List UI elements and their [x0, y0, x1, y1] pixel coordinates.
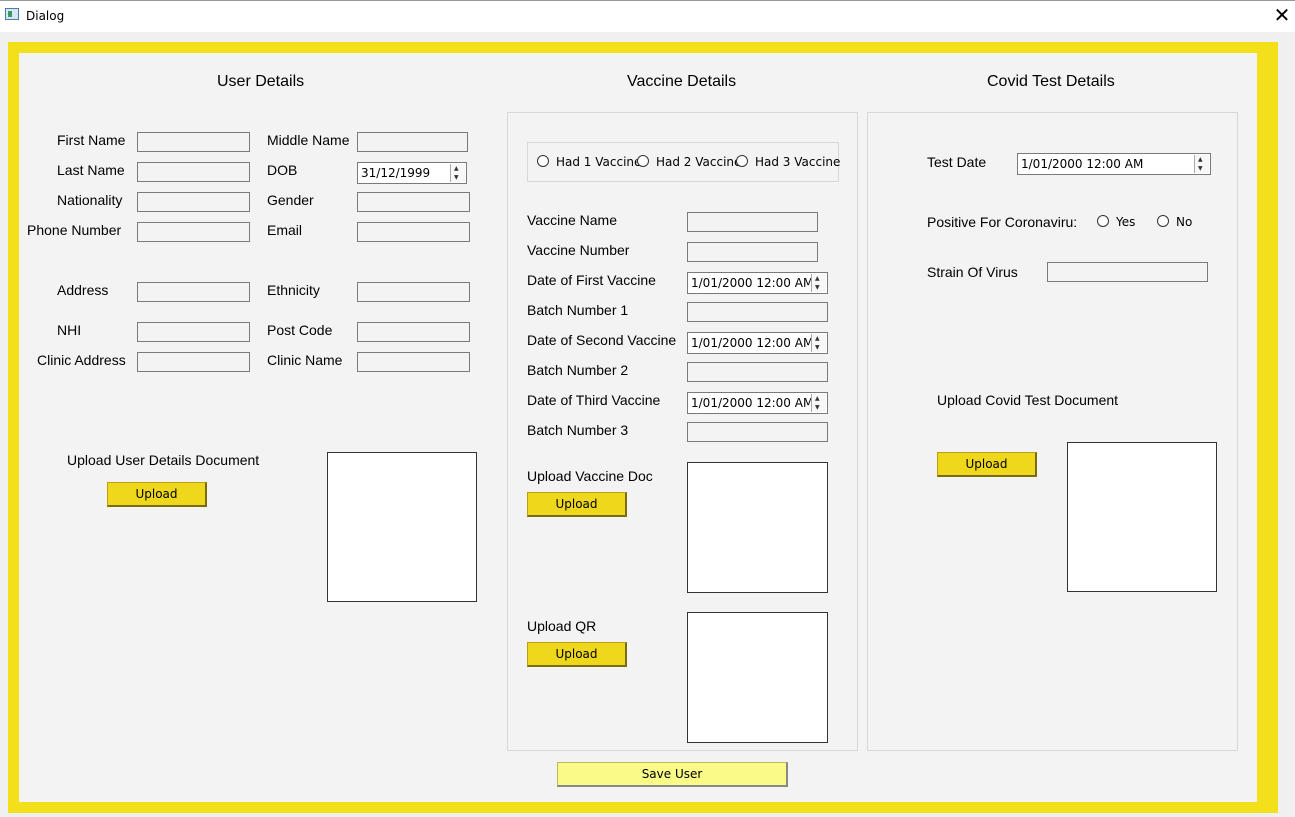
ethnicity-field[interactable] [357, 282, 470, 302]
date-second-vaccine-value: 1/01/2000 12:00 AM [691, 336, 814, 350]
batch-number-2-field[interactable] [687, 362, 828, 382]
batch-number-1-label: Batch Number 1 [527, 302, 629, 318]
upload-user-doc-button[interactable]: Upload [107, 482, 207, 507]
date-third-vaccine-value: 1/01/2000 12:00 AM [691, 396, 814, 410]
last-name-field[interactable] [137, 162, 250, 182]
upload-vaccine-doc-label: Upload Vaccine Doc [527, 468, 653, 484]
dob-date-picker[interactable]: 31/12/1999 ▲ ▼ [357, 162, 467, 184]
gender-label: Gender [267, 192, 314, 208]
had-3-vaccine-radio[interactable] [736, 155, 748, 167]
clinic-address-label: Clinic Address [37, 352, 126, 368]
dob-value: 31/12/1999 [361, 166, 431, 180]
date-second-vaccine-label: Date of Second Vaccine [527, 332, 677, 348]
email-field[interactable] [357, 222, 470, 242]
nationality-field[interactable] [137, 192, 250, 212]
vaccine-number-field[interactable] [687, 242, 818, 262]
user-details-heading: User Details [217, 73, 305, 90]
date-second-vaccine-picker[interactable]: 1/01/2000 12:00 AM ▲ ▼ [687, 332, 828, 354]
window-title: Dialog [26, 9, 65, 23]
upload-user-doc-label: Upload User Details Document [67, 452, 260, 468]
middle-name-label: Middle Name [267, 132, 350, 148]
post-code-field[interactable] [357, 322, 470, 342]
strain-field[interactable] [1047, 262, 1208, 282]
last-name-label: Last Name [57, 162, 125, 178]
gender-field[interactable] [357, 192, 470, 212]
date-first-vaccine-label: Date of First Vaccine [527, 272, 656, 288]
app-icon [5, 8, 19, 20]
vaccine-details-heading: Vaccine Details [627, 73, 737, 90]
email-label: Email [267, 222, 303, 238]
batch-number-2-label: Batch Number 2 [527, 362, 629, 378]
positive-no-radio[interactable] [1157, 215, 1169, 227]
batch-number-3-label: Batch Number 3 [527, 422, 629, 438]
clinic-name-label: Clinic Name [267, 352, 343, 368]
had-2-vaccine-radio[interactable] [637, 155, 649, 167]
upload-covid-doc-label: Upload Covid Test Document [937, 392, 1119, 408]
had-1-vaccine-label: Had 1 Vaccine [556, 155, 642, 169]
address-field[interactable] [137, 282, 250, 302]
phone-label: Phone Number [27, 222, 122, 238]
had-1-vaccine-radio[interactable] [537, 155, 549, 167]
covid-group [867, 112, 1238, 751]
date-third-vaccine-label: Date of Third Vaccine [527, 392, 661, 408]
dob-label: DOB [267, 162, 298, 178]
ethnicity-label: Ethnicity [267, 282, 320, 298]
nationality-label: Nationality [57, 192, 123, 208]
vaccine-name-label: Vaccine Name [527, 212, 618, 228]
covid-test-heading: Covid Test Details [987, 73, 1115, 90]
phone-field[interactable] [137, 222, 250, 242]
date-first-vaccine-picker[interactable]: 1/01/2000 12:00 AM ▲ ▼ [687, 272, 828, 294]
upload-qr-button[interactable]: Upload [527, 642, 627, 667]
test-date-picker[interactable]: 1/01/2000 12:00 AM ▲ ▼ [1017, 153, 1211, 175]
save-user-button[interactable]: Save User [557, 762, 788, 787]
date-third-vaccine-spinner[interactable]: ▲ ▼ [811, 394, 826, 412]
vaccine-name-field[interactable] [687, 212, 818, 232]
strain-label: Strain Of Virus [927, 264, 1018, 280]
covid-doc-preview [1067, 442, 1217, 592]
positive-yes-radio[interactable] [1097, 215, 1109, 227]
test-date-value: 1/01/2000 12:00 AM [1021, 157, 1144, 171]
first-name-field[interactable] [137, 132, 250, 152]
nhi-field[interactable] [137, 322, 250, 342]
first-name-label: First Name [57, 132, 126, 148]
test-date-spinner[interactable]: ▲ ▼ [1194, 155, 1209, 173]
batch-number-1-field[interactable] [687, 302, 828, 322]
test-date-label: Test Date [927, 154, 987, 170]
user-doc-preview [327, 452, 477, 602]
nhi-label: NHI [57, 322, 82, 338]
upload-covid-doc-button[interactable]: Upload [937, 452, 1037, 477]
date-first-vaccine-spinner[interactable]: ▲ ▼ [811, 274, 826, 292]
address-label: Address [57, 282, 109, 298]
close-icon[interactable]: ✕ [1270, 3, 1294, 27]
date-third-vaccine-picker[interactable]: 1/01/2000 12:00 AM ▲ ▼ [687, 392, 828, 414]
upload-vaccine-doc-button[interactable]: Upload [527, 492, 627, 517]
vaccine-doc-preview [687, 462, 828, 593]
vaccine-number-label: Vaccine Number [527, 242, 630, 258]
had-2-vaccine-label: Had 2 Vaccine [656, 155, 742, 169]
title-bar [0, 0, 1295, 32]
positive-no-label: No [1176, 215, 1193, 229]
post-code-label: Post Code [267, 322, 333, 338]
positive-yes-label: Yes [1116, 215, 1136, 229]
batch-number-3-field[interactable] [687, 422, 828, 442]
upload-qr-label: Upload QR [527, 618, 597, 634]
qr-preview [687, 612, 828, 743]
date-second-vaccine-spinner[interactable]: ▲ ▼ [811, 334, 826, 352]
positive-label: Positive For Coronaviru: [927, 214, 1078, 230]
dob-spinner[interactable]: ▲ ▼ [450, 164, 465, 182]
had-3-vaccine-label: Had 3 Vaccine [755, 155, 841, 169]
clinic-name-field[interactable] [357, 352, 470, 372]
middle-name-field[interactable] [357, 132, 468, 152]
date-first-vaccine-value: 1/01/2000 12:00 AM [691, 276, 814, 290]
clinic-address-field[interactable] [137, 352, 250, 372]
